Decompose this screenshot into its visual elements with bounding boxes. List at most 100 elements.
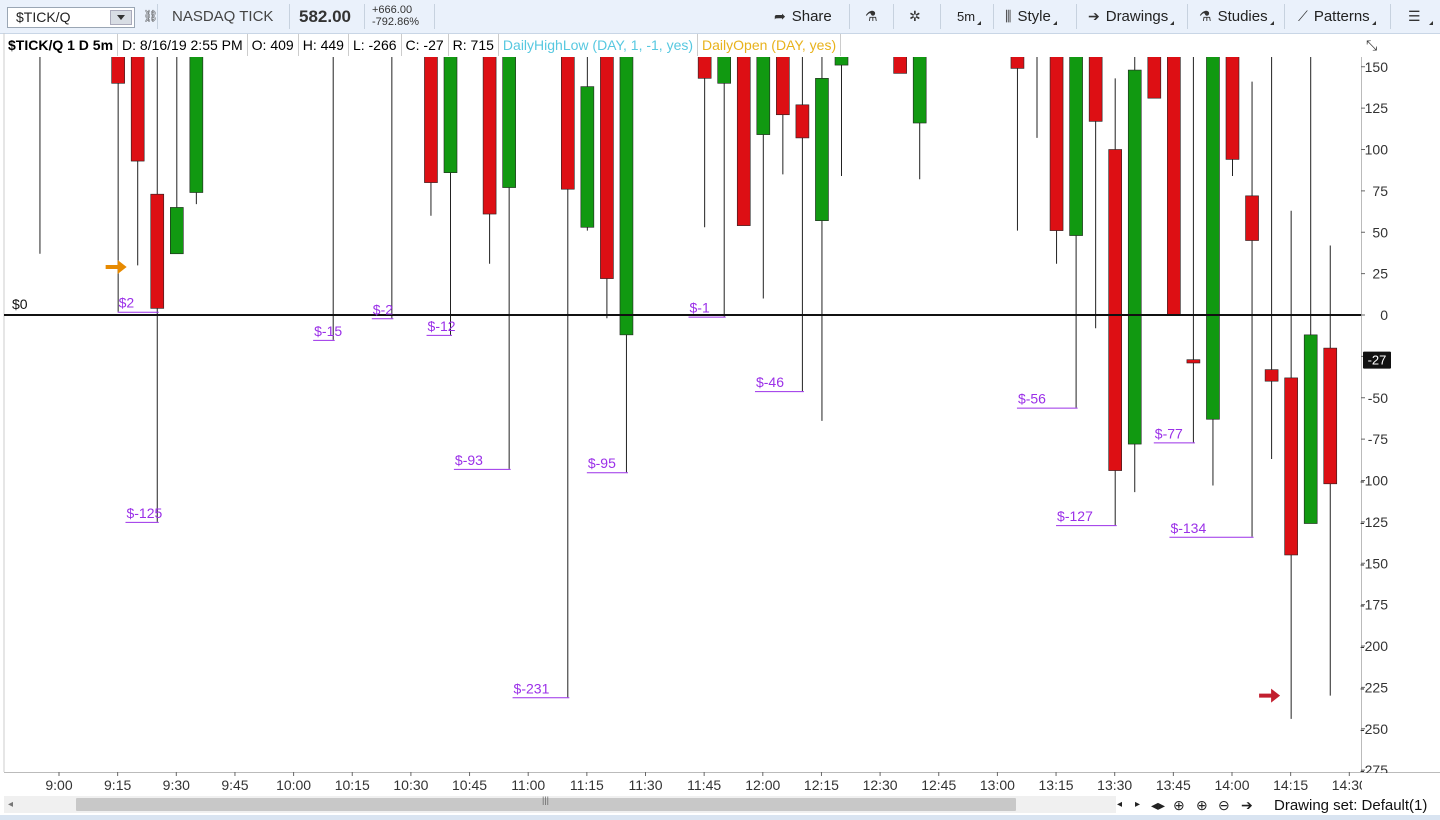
candle-body [385, 50, 398, 52]
crosshair-icon[interactable]: ⊕ [1173, 796, 1185, 814]
candle-body [111, 57, 125, 84]
candle [1127, 57, 1142, 493]
scrollbar-thumb[interactable]: ||| [76, 795, 1016, 811]
x-tick-label: 10:00 [276, 777, 311, 793]
candle-body [189, 57, 204, 193]
candle-body [1206, 57, 1220, 420]
zoom-out-icon[interactable]: ⊖ [1218, 796, 1230, 814]
annotation-label: $-15 [314, 323, 342, 339]
x-tick-label: 12:45 [921, 777, 956, 793]
plot-area [4, 57, 1361, 772]
go-right-icon[interactable]: ➔ [1241, 796, 1253, 814]
candle-body [756, 57, 771, 135]
x-tick-label: 13:45 [1156, 777, 1191, 793]
window-bottom-border [0, 815, 1440, 820]
current-value-label: -27 [1368, 353, 1387, 368]
annotation-label: $-127 [1057, 508, 1093, 524]
y-tick-label: -175 [1360, 597, 1388, 613]
candle-body [1264, 369, 1279, 382]
zero-line-label: $0 [12, 296, 28, 312]
annotation-label: $-12 [428, 318, 456, 334]
y-tick-label: 125 [1365, 100, 1389, 116]
low-annotation: $-12 [426, 318, 456, 336]
collapse-icon[interactable]: ⤡ [1366, 38, 1377, 54]
candle-body [1010, 57, 1025, 69]
y-tick-label: -225 [1360, 679, 1388, 695]
zoom-in-icon[interactable]: ⊕ [1196, 796, 1208, 814]
chart-frame [3, 33, 1440, 773]
candle-body [834, 57, 849, 66]
candle-body [893, 57, 907, 74]
candle-body [1225, 57, 1240, 160]
candle-body [736, 57, 751, 226]
candle-body [717, 57, 732, 84]
y-tick-label: -200 [1360, 638, 1388, 654]
candle-body [619, 57, 634, 336]
x-tick-label: 11:15 [570, 777, 604, 793]
candle-body [1245, 195, 1259, 241]
candle-body [1284, 377, 1298, 556]
candle-body [912, 57, 927, 124]
candle-body [424, 57, 438, 183]
horizontal-scrollbar[interactable]: ◂ ||| [4, 795, 1116, 813]
x-tick-label: 11:30 [629, 777, 663, 793]
candle-body [1031, 50, 1044, 52]
y-tick-label: 25 [1372, 266, 1388, 282]
x-tick-label: 13:30 [1097, 777, 1132, 793]
candle [1049, 57, 1064, 264]
x-tick-label: 9:00 [45, 777, 72, 793]
y-tick-label: -150 [1360, 555, 1388, 571]
candle-body [815, 78, 829, 221]
y-tick-label: -50 [1368, 390, 1388, 406]
low-annotation: $-2 [371, 301, 394, 320]
candle [1206, 57, 1220, 486]
candle [893, 57, 907, 74]
candle-body [482, 57, 497, 215]
expand-icon[interactable]: ◂▸ [1151, 796, 1165, 814]
candle-body [776, 57, 790, 116]
drawing-set-selector[interactable]: Drawing set: Default(1) [1274, 796, 1427, 816]
scroll-left-icon[interactable]: ◂ [8, 796, 13, 813]
candle [1167, 57, 1181, 316]
y-tick-label: -125 [1360, 514, 1388, 530]
x-tick-label: 13:00 [980, 777, 1015, 793]
annotation-label: $-93 [455, 452, 483, 468]
candle-body [150, 193, 165, 309]
candle-body [1186, 359, 1201, 364]
annotation-label: $-77 [1155, 425, 1183, 441]
candle-body [170, 207, 184, 255]
candle [1225, 57, 1240, 176]
annotation-label: $-56 [1018, 391, 1046, 407]
candle-body [1127, 69, 1142, 445]
candle-body [1303, 334, 1318, 524]
x-tick-label: 14:15 [1273, 777, 1308, 793]
x-tick-label: 12:30 [863, 777, 898, 793]
x-tick-label: 11:45 [687, 777, 721, 793]
candle [73, 0, 86, 52]
candle-body [600, 57, 614, 279]
x-tick-label: 12:00 [745, 777, 780, 793]
y-tick-label: 100 [1365, 142, 1389, 158]
candle-body [1049, 57, 1064, 231]
y-tick-label: 0 [1380, 307, 1388, 323]
candle-body [580, 86, 595, 228]
annotation-label: $-46 [756, 374, 784, 390]
candle-body [1147, 57, 1162, 99]
y-tick-label: -100 [1360, 473, 1388, 489]
y-tick-label: 75 [1372, 183, 1388, 199]
x-tick-label: 9:30 [163, 777, 190, 793]
scroll-left-small-icon[interactable]: ◂ [1117, 796, 1122, 814]
candle-body [1167, 57, 1181, 316]
price-chart[interactable]: $0 $2 $-125 $-15 $-2 $-12 $-93 $-231 $-95 $-1 $-46… [0, 0, 1440, 796]
annotation-label: $-1 [690, 300, 710, 316]
candle-body [1323, 347, 1338, 485]
candle-body [1108, 149, 1122, 471]
x-tick-label: 10:15 [335, 777, 370, 793]
x-tick-label: 9:45 [221, 777, 248, 793]
y-tick-label: 50 [1372, 224, 1388, 240]
y-tick-label: 150 [1365, 59, 1389, 75]
annotation-label: $-125 [126, 505, 162, 521]
candle-body [327, 50, 340, 52]
scroll-right-small-icon[interactable]: ▸ [1135, 796, 1140, 814]
candle-body [73, 50, 86, 52]
